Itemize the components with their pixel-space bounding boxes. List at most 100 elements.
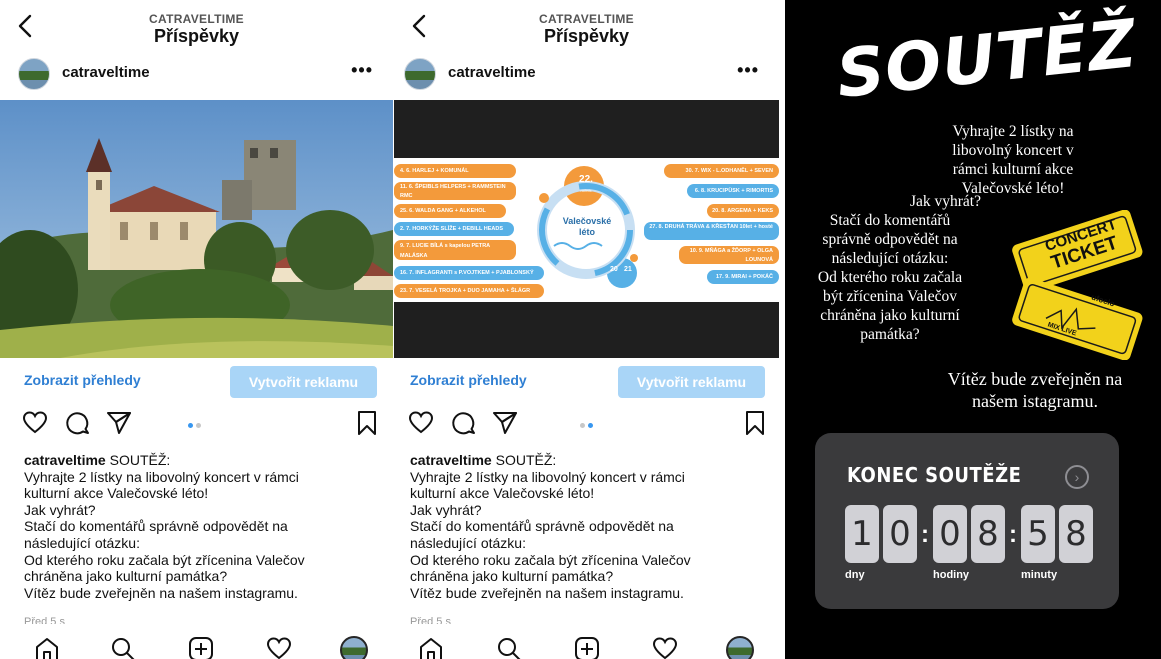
post-author-row: catraveltime ••• [394, 58, 779, 94]
countdown-unit-minutes: minuty [1021, 569, 1058, 581]
view-insights-button[interactable]: Zobrazit přehledy [24, 372, 141, 388]
post-screen-castle: CATRAVELTIME Příspěvky catraveltime ••• [0, 0, 393, 659]
story-screen: SOUTĚŽ Vyhrajte 2 lístky na libovolný ko… [785, 0, 1161, 659]
post-actions-bar: Zobrazit přehledy Vytvořit reklamu [0, 366, 393, 398]
chevron-right-circle-icon[interactable]: › [1065, 465, 1089, 489]
festival-lineup-left-2: 11. 6. ŠPEIBLS HELPERS + RAMMSTEIN RMC [394, 182, 516, 200]
heart-icon[interactable] [22, 410, 48, 436]
more-dots-icon[interactable]: ••• [351, 60, 373, 81]
caption-line-5: Stačí do komentářů správně odpovědět na [410, 518, 674, 535]
festival-lineup-right-1: 30. 7. WIX - L.ODHANĚL + SEVEN [664, 164, 779, 178]
festival-lineup-left-6: 16. 7. INFLAGRANTI s P.VOJTKEM + PJABLON… [394, 266, 544, 280]
bookmark-icon[interactable] [744, 410, 766, 436]
activity-heart-icon[interactable] [652, 636, 678, 659]
festival-lineup-right-4: 27. 8. DRUHÁ TRÁVA & KŘESŤAN 10let + hos… [644, 222, 779, 240]
festival-lineup-left-5: 9. 7. LUCIE BÍLÁ s kapelou PETRA MALÁSKA [394, 240, 516, 260]
countdown-digit: 8 [971, 505, 1005, 563]
carousel-dots [580, 423, 596, 429]
header-title: Příspěvky [153, 26, 240, 46]
search-icon[interactable] [496, 636, 522, 659]
post-caption: catraveltime SOUTĚŽ: Vyhrajte 2 lístky n… [24, 452, 381, 601]
countdown-digit: 1 [845, 505, 879, 563]
festival-year-left: 20 [610, 266, 618, 273]
festival-lineup-right-3: 20. 8. ARGEMA + KEKS [707, 204, 779, 218]
countdown-digit: 0 [933, 505, 967, 563]
caption-line-2: Vyhrajte 2 lístky na libovolný koncert v… [410, 468, 685, 485]
post-date: Před 5 s [410, 616, 451, 624]
festival-lineup-left-1: 4. 6. HARLEJ + KOMUNÁL [394, 164, 516, 178]
caption-line-9: Vítěz bude zveřejněn na našem instagramu… [24, 584, 298, 601]
caption-line-3: kulturní akce Valečovské léto! [410, 485, 595, 502]
countdown-title: KONEC SOUTĚŽE [847, 463, 1022, 487]
more-dots-icon[interactable]: ••• [737, 60, 759, 81]
profile-avatar-icon[interactable] [340, 636, 368, 659]
share-icon[interactable] [492, 410, 518, 436]
festival-year-right: 21 [624, 266, 632, 273]
post-icon-row [0, 410, 393, 442]
search-icon[interactable] [110, 636, 136, 659]
countdown-separator: : [921, 521, 929, 548]
home-icon[interactable] [418, 636, 444, 659]
festival-lineup-right-2: 6. 8. KRUCIPÜSK + RIMORTIS [687, 184, 779, 198]
carousel-dots [188, 423, 204, 429]
countdown-unit-days: dny [845, 569, 865, 581]
header-account-name: CATRAVELTIME [149, 12, 244, 26]
avatar[interactable] [18, 58, 50, 90]
caption-line-7: Od kterého roku začala být zřícenina Val… [410, 551, 691, 568]
caption-line-1: catraveltime SOUTĚŽ: [410, 452, 557, 468]
caption-username[interactable]: catraveltime [410, 452, 492, 468]
countdown-sticker[interactable]: KONEC SOUTĚŽE › 1 0 : 0 8 : 5 8 dny hodi… [815, 433, 1119, 609]
caption-line-3: kulturní akce Valečovské léto! [24, 485, 209, 502]
caption-line-4: Jak vyhrát? [24, 501, 96, 518]
avatar[interactable] [404, 58, 436, 90]
countdown-separator: : [1009, 521, 1017, 548]
comment-icon[interactable] [64, 410, 90, 436]
profile-avatar-icon[interactable] [726, 636, 754, 659]
comment-icon[interactable] [450, 410, 476, 436]
festival-poster: 22. ročník Valečovské léto 20 21 4. 6. H… [394, 158, 779, 302]
festival-badge-number: 22. [579, 174, 593, 185]
home-icon[interactable] [34, 636, 60, 659]
countdown-digit: 8 [1059, 505, 1093, 563]
caption-line-8: chráněna jako kulturní památka? [24, 568, 228, 585]
story-intro: Vyhrajte 2 lístky na libovolný koncert v… [952, 123, 1074, 197]
concert-ticket-sticker[interactable]: CONCERT TICKET ufoclo MIX LIVE [1007, 210, 1147, 360]
story-title: SOUTĚŽ [832, 4, 1141, 113]
caption-line-2: Vyhrajte 2 lístky na libovolný koncert v… [24, 468, 299, 485]
caption-line-1: catraveltime SOUTĚŽ: [24, 452, 171, 468]
caption-line-5: Stačí do komentářů správně odpovědět na [24, 518, 288, 535]
caption-line-4: Jak vyhrát? [410, 501, 482, 518]
heart-icon[interactable] [408, 410, 434, 436]
post-screen-festival: CATRAVELTIME Příspěvky catraveltime ••• … [394, 0, 779, 659]
post-username[interactable]: catraveltime [448, 64, 536, 81]
post-date: Před 5 s [24, 616, 65, 624]
new-post-icon[interactable] [574, 636, 600, 659]
caption-username[interactable]: catraveltime [24, 452, 106, 468]
promote-button[interactable]: Vytvořit reklamu [230, 366, 377, 398]
castle-landscape-image [0, 100, 393, 358]
post-header: CATRAVELTIME Příspěvky [394, 0, 779, 52]
share-icon[interactable] [106, 410, 132, 436]
bookmark-icon[interactable] [356, 410, 378, 436]
new-post-icon[interactable] [188, 636, 214, 659]
post-username[interactable]: catraveltime [62, 64, 150, 81]
countdown-unit-hours: hodiny [933, 569, 970, 581]
bottom-tab-bar [394, 628, 779, 659]
bottom-tab-bar [0, 628, 393, 659]
post-actions-bar: Zobrazit přehledy Vytvořit reklamu [394, 366, 779, 398]
story-winner: Vítěz bude zveřejněn na našem istagramu. [947, 369, 1123, 411]
post-image-festival[interactable]: 22. ročník Valečovské léto 20 21 4. 6. H… [394, 100, 779, 358]
festival-title: Valečovské léto [562, 216, 612, 237]
caption-line-6: následující otázku: [410, 534, 526, 551]
view-insights-button[interactable]: Zobrazit přehledy [410, 372, 527, 388]
header-account-name: CATRAVELTIME [539, 12, 634, 26]
post-caption: catraveltime SOUTĚŽ: Vyhrajte 2 lístky n… [410, 452, 767, 601]
caption-line-7: Od kterého roku začala být zřícenina Val… [24, 551, 305, 568]
festival-lineup-right-6: 17. 9. MIRAI + POKÁČ [707, 270, 779, 284]
caption-line-6: následující otázku: [24, 534, 140, 551]
activity-heart-icon[interactable] [266, 636, 292, 659]
festival-lineup-right-5: 10. 9. MŇÁGA a ŽĎORP + OLGA LOUNOVÁ [679, 246, 779, 264]
caption-line-8: chráněna jako kulturní památka? [410, 568, 614, 585]
promote-button[interactable]: Vytvořit reklamu [618, 366, 765, 398]
post-image-castle[interactable] [0, 100, 393, 358]
